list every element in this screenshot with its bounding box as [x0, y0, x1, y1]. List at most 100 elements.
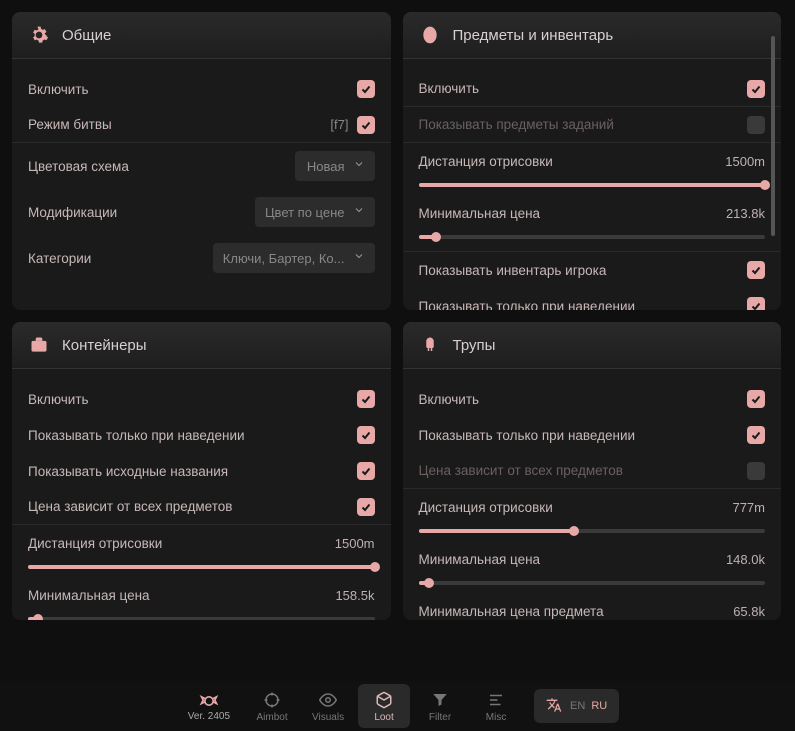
corp-dist-value: 777m	[732, 500, 765, 515]
nav-visuals[interactable]: Visuals	[302, 684, 354, 728]
items-quest-label: Показывать предметы заданий	[419, 117, 614, 132]
sliders-icon	[486, 690, 506, 710]
cont-minprice-slider[interactable]	[12, 617, 391, 620]
general-header: Общие	[12, 12, 391, 59]
items-minprice-value: 213.8k	[726, 206, 765, 221]
general-battle-row: Режим битвы [f7]	[12, 107, 391, 143]
containers-panel: Контейнеры Включить Показывать только пр…	[12, 322, 391, 620]
cont-priceall-row: Цена зависит от всех предметов	[12, 489, 391, 525]
cont-priceall-label: Цена зависит от всех предметов	[28, 499, 232, 514]
gear-icon	[28, 24, 50, 46]
box-icon	[374, 690, 394, 710]
modifications-row: Модификации Цвет по цене	[12, 189, 391, 235]
categories-label: Категории	[28, 251, 91, 266]
items-dist-label: Дистанция отрисовки	[419, 154, 553, 169]
containers-header: Контейнеры	[12, 322, 391, 369]
corpse-icon	[419, 334, 441, 356]
language-switcher[interactable]: EN RU	[534, 689, 619, 723]
items-inv-row: Показывать инвентарь игрока	[403, 252, 782, 288]
cont-orig-label: Показывать исходные названия	[28, 464, 228, 479]
colorscheme-row: Цветовая схема Новая	[12, 143, 391, 189]
items-minprice-slider[interactable]	[403, 235, 782, 252]
corp-dist-slider[interactable]	[403, 529, 782, 541]
chevron-down-icon	[353, 249, 365, 267]
cont-dist-value: 1500m	[335, 536, 375, 551]
items-inv-label: Показывать инвентарь игрока	[419, 263, 607, 278]
containers-title: Контейнеры	[62, 337, 147, 354]
cont-hover-row: Показывать только при наведении	[12, 417, 391, 453]
corp-minitem-value: 65.8k	[733, 604, 765, 619]
corp-minprice-row: Минимальная цена 148.0k	[403, 541, 782, 577]
battle-hotkey: [f7]	[330, 117, 348, 132]
items-inv-checkbox[interactable]	[747, 261, 765, 279]
general-battle-checkbox[interactable]	[357, 116, 375, 134]
cont-enable-label: Включить	[28, 392, 89, 407]
items-enable-label: Включить	[419, 81, 480, 96]
chevron-down-icon	[353, 203, 365, 221]
items-minprice-row: Минимальная цена 213.8k	[403, 195, 782, 231]
items-enable-checkbox[interactable]	[747, 80, 765, 98]
cont-enable-row: Включить	[12, 381, 391, 417]
corp-hover-row: Показывать только при наведении	[403, 417, 782, 453]
items-hover-label: Показывать только при наведении	[419, 299, 636, 311]
translate-icon	[546, 697, 564, 715]
items-title: Предметы и инвентарь	[453, 27, 614, 44]
corp-minitem-label: Минимальная цена предмета	[419, 604, 604, 619]
corp-priceall-checkbox[interactable]	[747, 462, 765, 480]
nav-filter[interactable]: Filter	[414, 684, 466, 728]
corpses-title: Трупы	[453, 337, 496, 354]
corp-hover-checkbox[interactable]	[747, 426, 765, 444]
cont-dist-slider[interactable]	[12, 565, 391, 577]
lang-ru: RU	[591, 700, 607, 712]
inventory-icon	[419, 24, 441, 46]
corp-priceall-row: Цена зависит от всех предметов	[403, 453, 782, 489]
cont-hover-checkbox[interactable]	[357, 426, 375, 444]
general-title: Общие	[62, 27, 111, 44]
cont-orig-checkbox[interactable]	[357, 462, 375, 480]
items-hover-checkbox[interactable]	[747, 297, 765, 310]
nav-misc[interactable]: Misc	[470, 684, 522, 728]
general-panel: Общие Включить Режим битвы [f7] Цветовая…	[12, 12, 391, 310]
corp-minprice-value: 148.0k	[726, 552, 765, 567]
corp-dist-label: Дистанция отрисовки	[419, 500, 553, 515]
modifications-select[interactable]: Цвет по цене	[255, 197, 375, 227]
cont-minprice-value: 158.5k	[335, 588, 374, 603]
corp-dist-row: Дистанция отрисовки 777m	[403, 489, 782, 525]
corp-enable-checkbox[interactable]	[747, 390, 765, 408]
items-panel: Предметы и инвентарь Включить Показывать…	[403, 12, 782, 310]
eye-icon	[318, 690, 338, 710]
cont-dist-label: Дистанция отрисовки	[28, 536, 162, 551]
general-enable-checkbox[interactable]	[357, 80, 375, 98]
candy-icon	[199, 691, 219, 711]
categories-select[interactable]: Ключи, Бартер, Ко...	[213, 243, 375, 273]
version-label: Ver. 2405	[188, 711, 230, 722]
colorscheme-label: Цветовая схема	[28, 159, 129, 174]
filter-icon	[430, 690, 450, 710]
colorscheme-select[interactable]: Новая	[295, 151, 375, 181]
nav-aimbot[interactable]: Aimbot	[246, 684, 298, 728]
cont-orig-row: Показывать исходные названия	[12, 453, 391, 489]
items-quest-checkbox[interactable]	[747, 116, 765, 134]
cont-hover-label: Показывать только при наведении	[28, 428, 245, 443]
items-quest-row: Показывать предметы заданий	[403, 107, 782, 143]
general-enable-row: Включить	[12, 71, 391, 107]
items-dist-row: Дистанция отрисовки 1500m	[403, 143, 782, 179]
corp-minitem-row: Минимальная цена предмета 65.8k	[403, 593, 782, 620]
items-scrollbar[interactable]	[771, 36, 775, 236]
items-minprice-label: Минимальная цена	[419, 206, 541, 221]
bottom-nav: Ver. 2405 Aimbot Visuals Loot Filter Mis…	[0, 681, 795, 731]
corp-minprice-label: Минимальная цена	[419, 552, 541, 567]
corp-priceall-label: Цена зависит от всех предметов	[419, 463, 623, 478]
nav-loot[interactable]: Loot	[358, 684, 410, 728]
items-hover-row: Показывать только при наведении	[403, 288, 782, 310]
general-enable-label: Включить	[28, 82, 89, 97]
items-dist-slider[interactable]	[403, 183, 782, 195]
corp-minprice-slider[interactable]	[403, 581, 782, 593]
cont-priceall-checkbox[interactable]	[357, 498, 375, 516]
items-enable-row: Включить	[403, 71, 782, 107]
corpses-panel: Трупы Включить Показывать только при нав…	[403, 322, 782, 620]
cont-enable-checkbox[interactable]	[357, 390, 375, 408]
cont-minprice-row: Минимальная цена 158.5k	[12, 577, 391, 613]
corp-enable-label: Включить	[419, 392, 480, 407]
items-dist-value: 1500m	[725, 154, 765, 169]
